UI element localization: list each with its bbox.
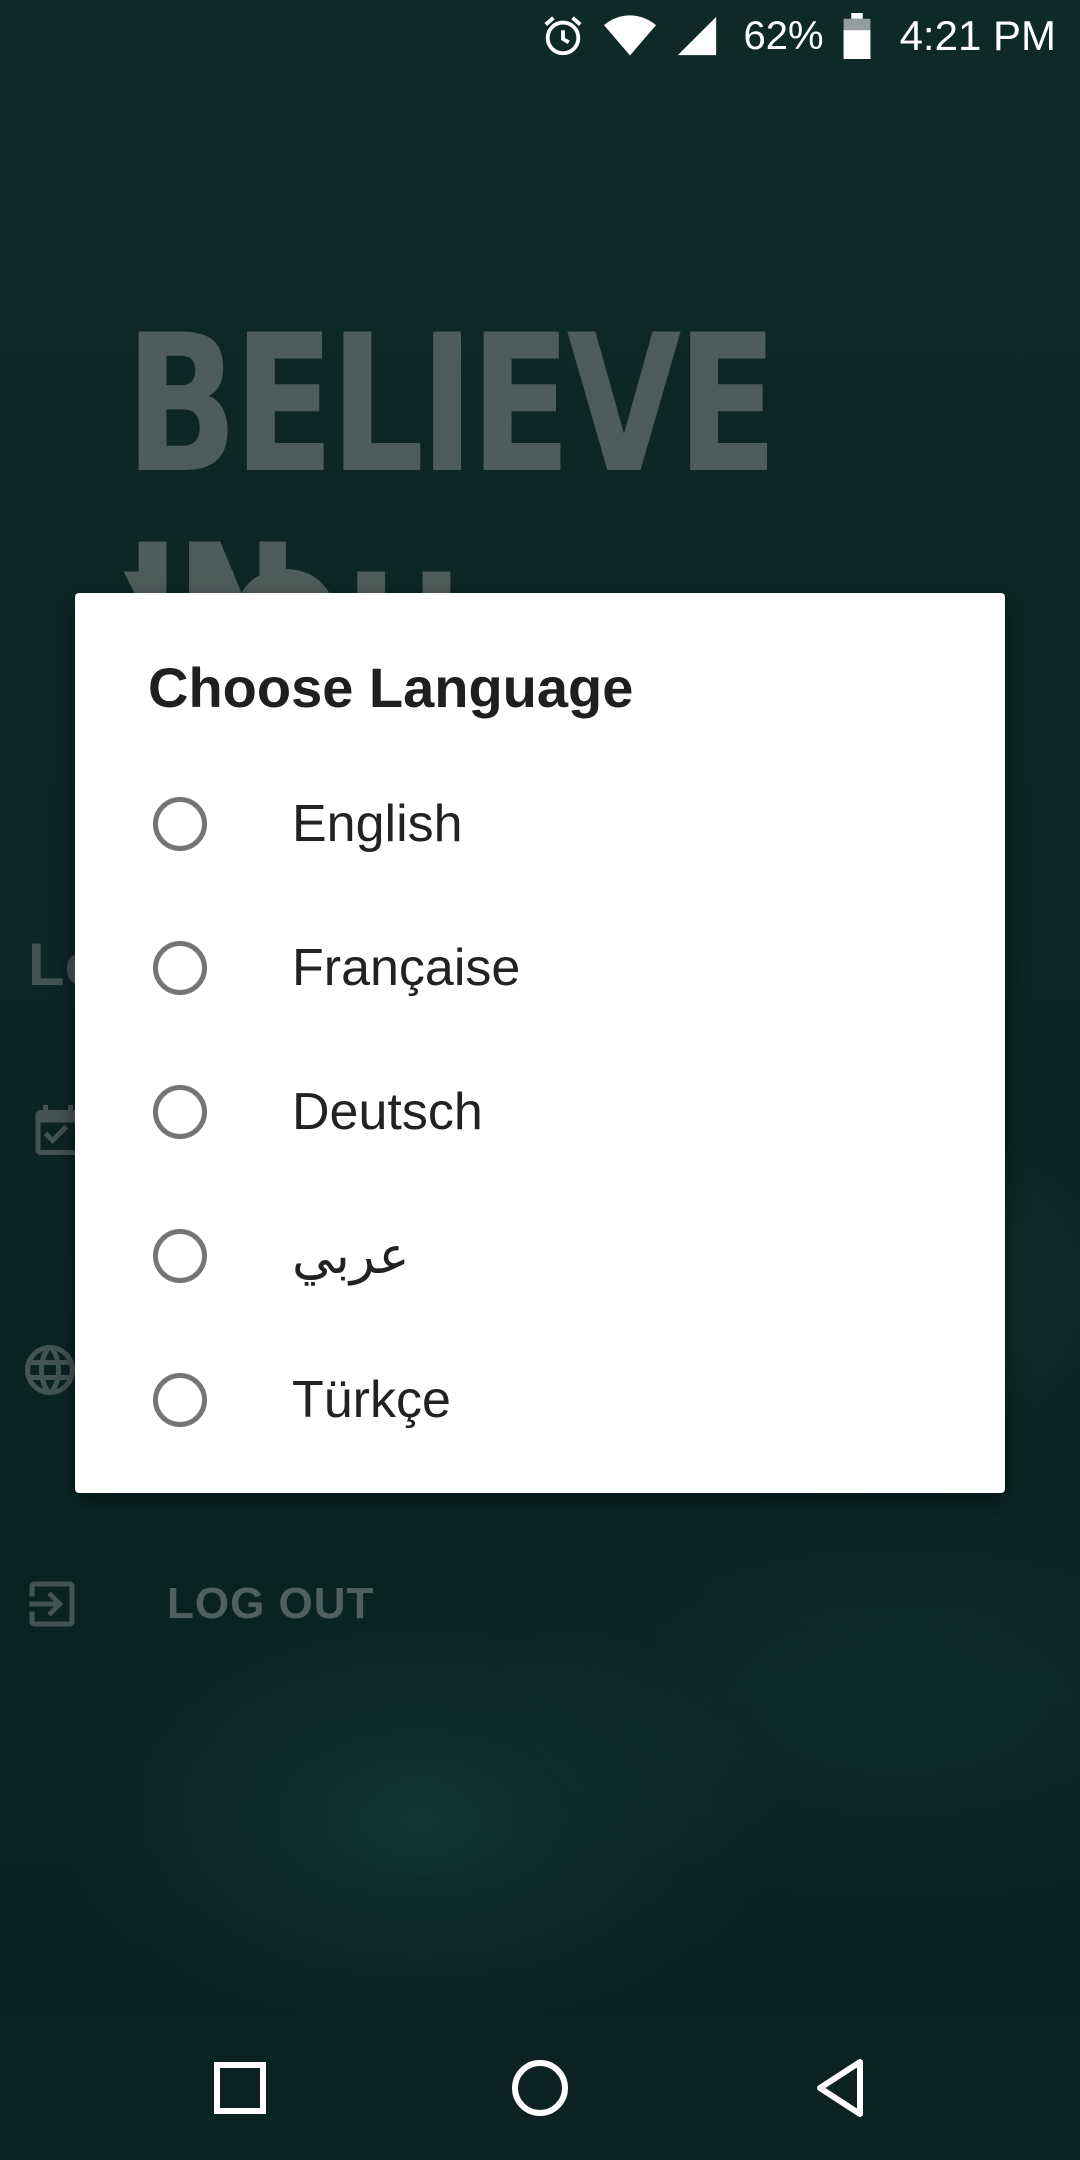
- radio-button[interactable]: [153, 941, 207, 995]
- navigation-bar: [0, 2016, 1080, 2160]
- radio-button[interactable]: [153, 797, 207, 851]
- language-label: عربي: [292, 1226, 410, 1286]
- recents-square-icon[interactable]: [204, 2052, 276, 2124]
- battery-icon: [843, 13, 870, 59]
- language-label: English: [292, 795, 463, 853]
- language-option-turkish[interactable]: Türkçe: [75, 1328, 1005, 1472]
- language-option-english[interactable]: English: [75, 752, 1005, 896]
- language-label: Türkçe: [292, 1371, 451, 1429]
- language-option-german[interactable]: Deutsch: [75, 1040, 1005, 1184]
- back-triangle-icon[interactable]: [804, 2052, 876, 2124]
- language-label: Française: [292, 939, 521, 997]
- radio-button[interactable]: [153, 1373, 207, 1427]
- wifi-icon: [603, 15, 656, 56]
- radio-button[interactable]: [153, 1229, 207, 1283]
- language-option-arabic[interactable]: عربي: [75, 1184, 1005, 1328]
- radio-button[interactable]: [153, 1085, 207, 1139]
- status-bar: 62% 4:21 PM: [0, 0, 1080, 72]
- language-option-french[interactable]: Française: [75, 896, 1005, 1040]
- language-label: Deutsch: [292, 1083, 483, 1141]
- choose-language-dialog: Choose Language English Française Deutsc…: [75, 593, 1005, 1493]
- dialog-title: Choose Language: [148, 656, 634, 719]
- signal-icon: [677, 16, 716, 56]
- home-circle-icon[interactable]: [504, 2052, 576, 2124]
- alarm-icon: [544, 16, 582, 56]
- battery-percent: 62%: [743, 13, 824, 58]
- clock: 4:21 PM: [899, 12, 1056, 59]
